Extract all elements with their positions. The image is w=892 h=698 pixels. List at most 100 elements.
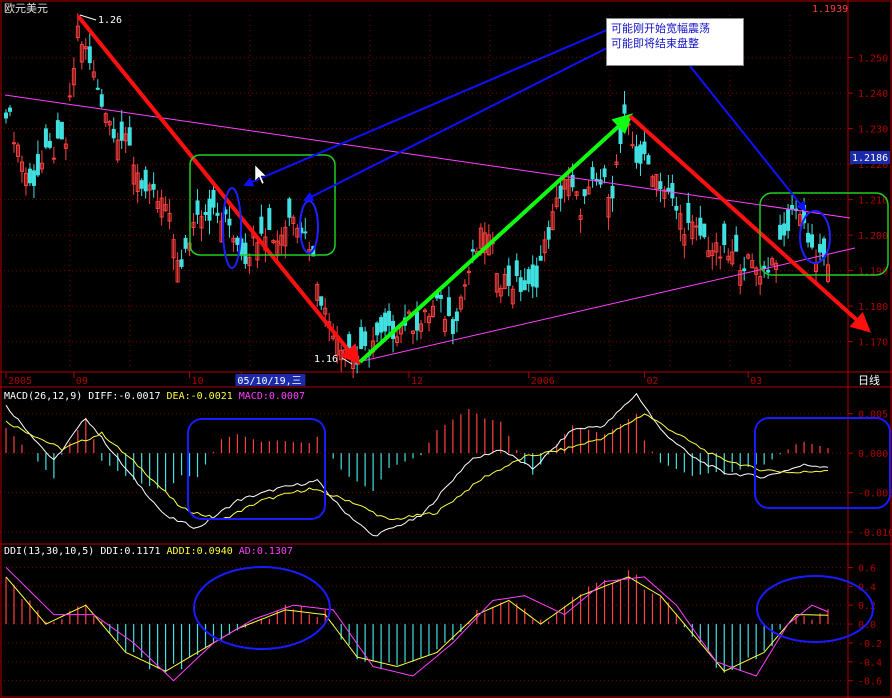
- candle: [59, 121, 64, 140]
- candle: [287, 198, 292, 218]
- high-label: 1.26: [98, 15, 122, 26]
- candle: [762, 265, 767, 269]
- candle: [99, 94, 104, 107]
- y-tick-label: 1.250: [858, 54, 888, 65]
- macd-y-tick-label: -0.005: [858, 489, 892, 500]
- candle: [818, 244, 823, 253]
- candle: [243, 242, 248, 264]
- candle: [95, 87, 100, 90]
- candle: [734, 234, 739, 252]
- x-tick-label: 10: [192, 376, 204, 387]
- candle: [35, 154, 40, 176]
- candle: [203, 212, 208, 215]
- candle: [546, 227, 551, 240]
- candle: [790, 205, 795, 209]
- candle: [303, 231, 308, 234]
- y-tick-label: 1.180: [858, 302, 888, 313]
- candle: [630, 144, 635, 147]
- y-tick-label: 1.230: [858, 125, 888, 136]
- candle: [658, 181, 663, 190]
- candle: [450, 319, 455, 334]
- x-tick-label: 02: [646, 376, 658, 387]
- candle: [666, 187, 671, 192]
- candle: [415, 311, 419, 331]
- annotation-note: 可能刚开始宽幅震荡 可能即将结束盘整: [606, 18, 744, 66]
- chart-title: 欧元美元: [4, 2, 48, 15]
- ddi-y-tick-label: -0.4: [858, 658, 882, 669]
- candle: [470, 249, 475, 252]
- candle: [31, 170, 36, 186]
- candle: [518, 277, 523, 292]
- x-tick-label: 05/10/19,三: [237, 376, 301, 387]
- candle: [387, 310, 392, 326]
- candle: [87, 46, 92, 64]
- y-tick-label: 1.200: [858, 231, 888, 242]
- candle: [446, 297, 451, 317]
- candle: [438, 294, 443, 299]
- candle: [670, 183, 675, 199]
- candle: [674, 205, 679, 211]
- ddi-y-tick-label: 0.6: [858, 563, 876, 574]
- ddi-title: DDI(13,30,10,5): [4, 546, 94, 557]
- candle: [722, 223, 727, 246]
- candle: [11, 142, 16, 145]
- candle: [514, 260, 519, 277]
- candle: [183, 237, 188, 249]
- candle: [766, 269, 771, 273]
- candle: [55, 120, 60, 139]
- candle: [602, 168, 607, 178]
- ddi-ad: AD:0.1307: [239, 546, 293, 557]
- candle: [363, 331, 368, 347]
- highlight-ellipse-3: [799, 210, 831, 264]
- cursor-icon: [254, 164, 267, 185]
- candle: [686, 202, 691, 223]
- outer-frame: [0, 0, 892, 698]
- period-label: 日线: [858, 373, 880, 387]
- candle: [43, 128, 48, 148]
- candle: [4, 112, 8, 119]
- candle: [259, 216, 264, 234]
- candle: [702, 223, 707, 238]
- candle: [119, 121, 124, 141]
- current-price: 1.1939: [812, 4, 848, 15]
- candle: [235, 237, 240, 245]
- x-tick-label: 03: [750, 376, 762, 387]
- candle: [610, 185, 615, 199]
- candle: [782, 223, 787, 236]
- candle: [526, 269, 531, 284]
- annotation-line-1: 可能刚开始宽幅震荡: [611, 22, 710, 35]
- candle: [642, 141, 647, 155]
- x-tick-label: 2005: [8, 376, 32, 387]
- candle: [806, 232, 811, 243]
- candle: [143, 169, 148, 192]
- macd-header: MACD(26,12,9) DIFF:-0.0017 DEA:-0.0021 MACD…: [4, 391, 305, 402]
- ddi-addi: ADDI:0.0940: [167, 546, 233, 557]
- candle: [51, 157, 56, 160]
- candle: [582, 189, 587, 197]
- candle: [718, 256, 723, 259]
- ddi-highlight-ellipse-2: [756, 575, 874, 643]
- candle: [27, 168, 32, 184]
- candle: [383, 312, 388, 332]
- price-badge: 1.2186: [852, 153, 888, 164]
- macd-y-tick-label: 0.000: [858, 449, 888, 460]
- x-tick-label: 2006: [531, 376, 555, 387]
- candle: [207, 198, 212, 221]
- candle: [810, 234, 815, 248]
- candle: [634, 146, 639, 163]
- candle: [267, 208, 272, 230]
- macd-diff: DIFF:-0.0017: [88, 391, 160, 402]
- annotation-line-2: 可能即将结束盘整: [611, 37, 699, 50]
- candle: [822, 238, 827, 258]
- macd-title: MACD(26,12,9): [4, 391, 82, 402]
- candle: [506, 265, 511, 286]
- candle: [786, 209, 791, 231]
- candle: [698, 217, 703, 236]
- candle: [694, 225, 699, 228]
- candle: [522, 280, 527, 291]
- candle: [211, 189, 216, 208]
- ddi-y-tick-label: -0.2: [858, 639, 882, 650]
- candle: [319, 296, 324, 306]
- macd-y-tick-label: -0.010: [858, 528, 892, 539]
- macd-dea: DEA:-0.0021: [167, 391, 233, 402]
